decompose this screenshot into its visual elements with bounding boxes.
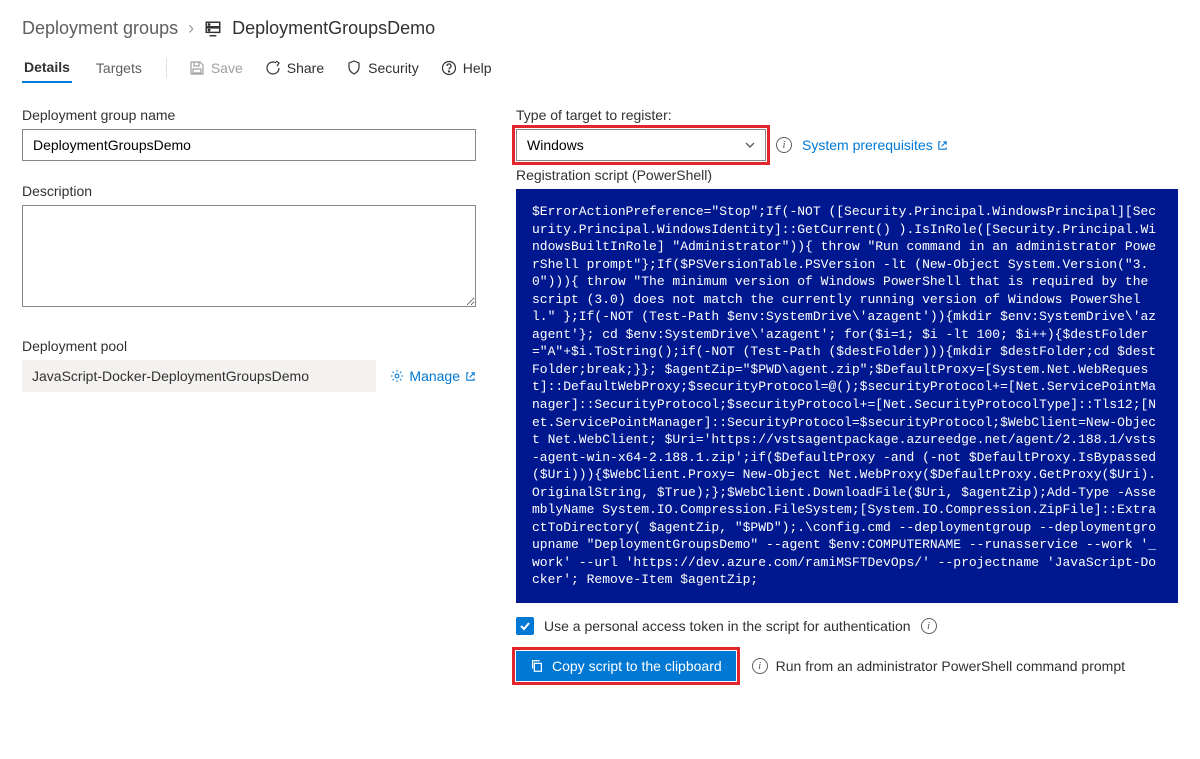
pool-label: Deployment pool	[22, 338, 476, 354]
share-label: Share	[287, 60, 324, 76]
gear-icon	[390, 369, 404, 383]
toolbar: Details Targets Save Share Security	[22, 53, 1178, 83]
share-icon	[265, 60, 281, 76]
breadcrumb-root[interactable]: Deployment groups	[22, 18, 178, 39]
copy-icon	[530, 659, 544, 673]
external-link-icon	[465, 371, 476, 382]
manage-link[interactable]: Manage	[390, 368, 476, 384]
pat-checkbox[interactable]	[516, 617, 534, 635]
info-icon: i	[752, 658, 768, 674]
save-button: Save	[189, 60, 243, 76]
security-label: Security	[368, 60, 419, 76]
shield-icon	[346, 60, 362, 76]
description-input[interactable]	[22, 205, 476, 307]
save-label: Save	[211, 60, 243, 76]
type-label: Type of target to register:	[516, 107, 1178, 123]
target-type-select[interactable]: Windows	[516, 129, 766, 161]
prereq-label: System prerequisites	[802, 137, 933, 153]
tab-details[interactable]: Details	[22, 53, 72, 83]
name-input[interactable]	[22, 129, 476, 161]
script-label: Registration script (PowerShell)	[516, 167, 1178, 183]
info-icon[interactable]: i	[776, 137, 792, 153]
external-link-icon	[937, 140, 948, 151]
pool-input	[22, 360, 376, 392]
breadcrumb-current: DeploymentGroupsDemo	[232, 18, 435, 39]
server-icon	[204, 20, 222, 38]
breadcrumb: Deployment groups › DeploymentGroupsDemo	[22, 18, 1178, 39]
name-label: Deployment group name	[22, 107, 476, 123]
manage-label: Manage	[409, 368, 460, 384]
share-button[interactable]: Share	[265, 60, 324, 76]
run-hint-label: Run from an administrator PowerShell com…	[776, 658, 1125, 674]
system-prerequisites-link[interactable]: System prerequisites	[802, 137, 948, 153]
help-label: Help	[463, 60, 492, 76]
description-label: Description	[22, 183, 476, 199]
help-button[interactable]: Help	[441, 60, 492, 76]
chevron-right-icon: ›	[188, 18, 194, 39]
pat-label: Use a personal access token in the scrip…	[544, 618, 911, 634]
security-button[interactable]: Security	[346, 60, 419, 76]
toolbar-separator	[166, 58, 167, 78]
info-icon[interactable]: i	[921, 618, 937, 634]
registration-script[interactable]: $ErrorActionPreference="Stop";If(-NOT ([…	[516, 189, 1178, 603]
help-icon	[441, 60, 457, 76]
tab-targets[interactable]: Targets	[94, 54, 144, 82]
save-icon	[189, 60, 205, 76]
copy-script-button[interactable]: Copy script to the clipboard	[516, 651, 736, 681]
copy-label: Copy script to the clipboard	[552, 658, 722, 674]
